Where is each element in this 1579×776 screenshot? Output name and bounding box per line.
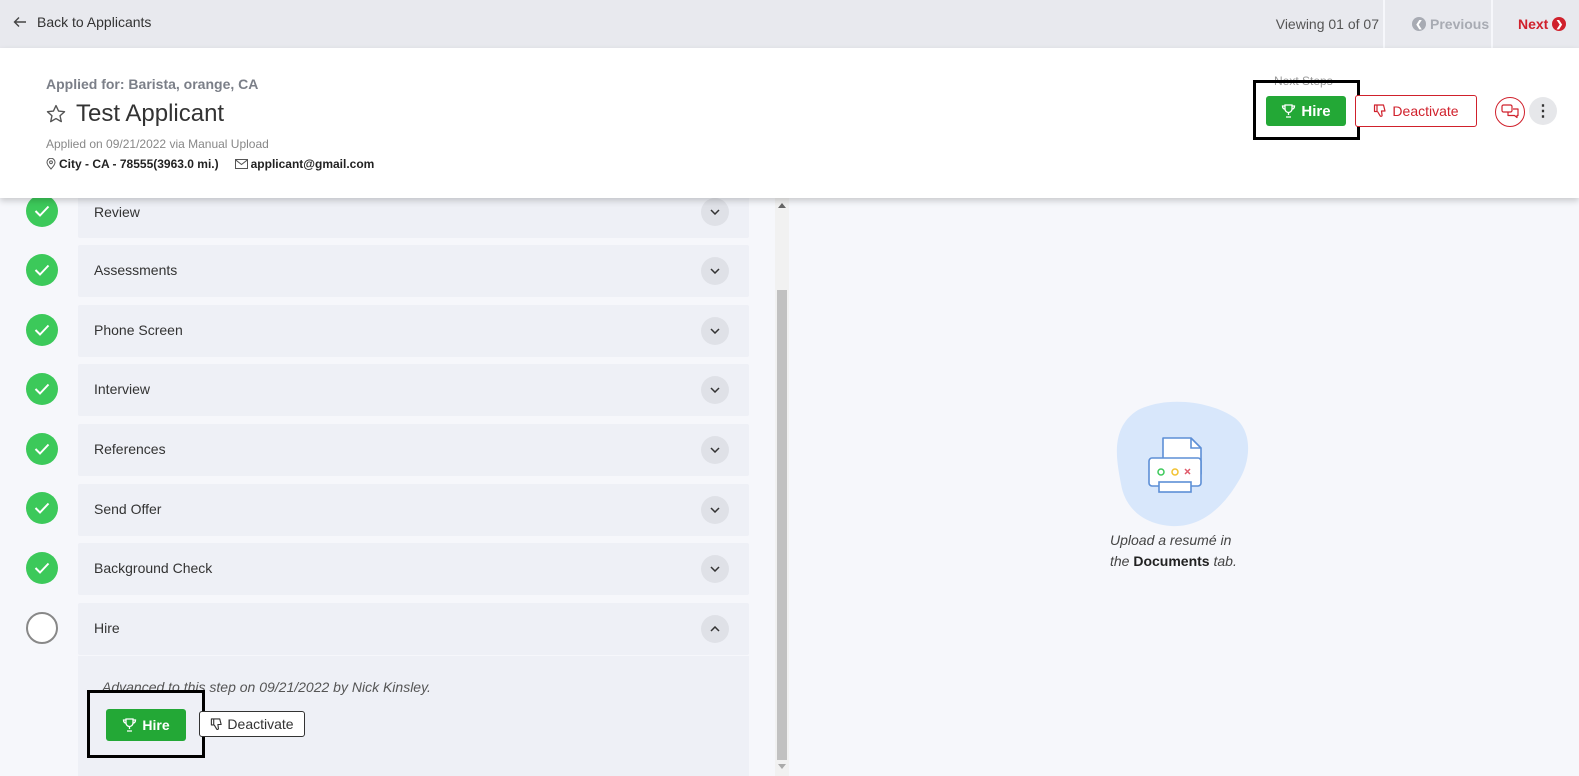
- thumbs-down-icon: [211, 717, 223, 730]
- steps-scrollbar[interactable]: [775, 198, 789, 776]
- step-card-interview[interactable]: Interview: [78, 364, 749, 416]
- highlight-box: [1253, 80, 1360, 140]
- applicant-location: City - CA - 78555(3963.0 mi.): [59, 157, 219, 171]
- printer-document-icon: [1116, 401, 1249, 527]
- checkmark-icon: [34, 502, 50, 514]
- hiring-steps-list: Review Assessments Phone Screen Intervie…: [0, 198, 766, 776]
- scroll-up-arrow-icon[interactable]: [778, 203, 786, 208]
- step-complete-icon: [26, 314, 58, 346]
- step-complete-icon: [26, 198, 58, 227]
- step-label: Review: [94, 204, 140, 220]
- checkmark-icon: [34, 562, 50, 574]
- map-pin-icon: [46, 158, 56, 170]
- resume-panel: Upload a resumé in the Documents tab.: [791, 198, 1579, 776]
- applied-on: Applied on 09/21/2022 via Manual Upload: [46, 137, 269, 151]
- previous-label: Previous: [1430, 16, 1490, 32]
- step-card-send-offer[interactable]: Send Offer: [78, 484, 749, 536]
- back-to-applicants-link[interactable]: Back to Applicants: [12, 14, 151, 30]
- step-card-background-check[interactable]: Background Check: [78, 543, 749, 595]
- applicant-email[interactable]: applicant@gmail.com: [251, 157, 375, 171]
- chevron-down-icon[interactable]: [701, 317, 729, 345]
- scroll-thumb[interactable]: [777, 290, 787, 760]
- chevron-down-icon[interactable]: [701, 257, 729, 285]
- more-options-button[interactable]: ⋮: [1529, 97, 1557, 125]
- next-button[interactable]: Next ❯: [1518, 16, 1567, 32]
- step-label: Background Check: [94, 560, 213, 576]
- documents-tab-link[interactable]: Documents: [1133, 553, 1209, 569]
- upload-resume-hint: Upload a resumé in the Documents tab.: [1110, 530, 1237, 572]
- chevron-left-circle-icon: ❮: [1412, 17, 1426, 31]
- step-complete-icon: [26, 254, 58, 286]
- previous-button[interactable]: ❮ Previous: [1412, 16, 1489, 32]
- upload-line-1: Upload a resumé in: [1110, 532, 1232, 548]
- next-label: Next: [1518, 16, 1549, 32]
- step-complete-icon: [26, 492, 58, 524]
- chevron-down-icon[interactable]: [701, 198, 729, 226]
- contact-info: City - CA - 78555(3963.0 mi.) applicant@…: [46, 157, 374, 171]
- back-label: Back to Applicants: [37, 14, 152, 30]
- step-card-references[interactable]: References: [78, 424, 749, 476]
- chat-button[interactable]: [1495, 97, 1525, 127]
- nav-divider: [1383, 0, 1385, 48]
- step-complete-icon: [26, 373, 58, 405]
- step-label: Hire: [94, 620, 120, 636]
- upload-line-2: the Documents tab.: [1110, 551, 1237, 572]
- step-label: References: [94, 441, 166, 457]
- highlight-box: [87, 690, 205, 758]
- more-vertical-icon: ⋮: [1535, 103, 1551, 120]
- deactivate-label: Deactivate: [227, 716, 294, 732]
- deactivate-label: Deactivate: [1392, 103, 1459, 119]
- chevron-down-icon[interactable]: [701, 436, 729, 464]
- step-label: Send Offer: [94, 501, 162, 517]
- step-complete-icon: [26, 552, 58, 584]
- upload-line-2-suffix: tab.: [1213, 553, 1237, 569]
- arrow-left-icon: [13, 17, 26, 27]
- step-complete-icon: [26, 433, 58, 465]
- checkmark-icon: [34, 324, 50, 336]
- scroll-down-arrow-icon[interactable]: [778, 764, 786, 769]
- step-label: Assessments: [94, 262, 178, 278]
- applied-for: Applied for: Barista, orange, CA: [46, 76, 259, 92]
- chevron-right-circle-icon: ❯: [1552, 17, 1567, 31]
- applicant-name-row: Test Applicant: [45, 100, 224, 128]
- step-label: Phone Screen: [94, 322, 183, 338]
- top-nav-bar: Back to Applicants Viewing 01 of 07 ❮ Pr…: [0, 0, 1579, 48]
- step-card-review[interactable]: Review: [78, 198, 749, 238]
- step-card-phone-screen[interactable]: Phone Screen: [78, 305, 749, 357]
- viewing-counter: Viewing 01 of 07: [1275, 16, 1379, 32]
- applicant-header: Applied for: Barista, orange, CA Test Ap…: [0, 48, 1579, 198]
- hire-step-details: Advanced to this step on 09/21/2022 by N…: [78, 656, 749, 776]
- upload-line-2-prefix: the: [1110, 553, 1130, 569]
- step-card-hire[interactable]: Hire: [78, 603, 749, 655]
- applicant-name: Test Applicant: [76, 100, 225, 127]
- chat-bubbles-icon: [1501, 104, 1519, 119]
- step-pending-icon: [26, 612, 58, 644]
- chevron-up-icon[interactable]: [701, 615, 729, 643]
- step-label: Interview: [94, 381, 151, 397]
- chevron-down-icon[interactable]: [701, 555, 729, 583]
- checkmark-icon: [34, 383, 50, 395]
- envelope-icon: [234, 159, 248, 169]
- hire-step-deactivate-button[interactable]: Deactivate: [199, 711, 305, 737]
- star-icon[interactable]: [45, 103, 67, 125]
- deactivate-button[interactable]: Deactivate: [1355, 95, 1477, 127]
- checkmark-icon: [34, 264, 50, 276]
- chevron-down-icon[interactable]: [701, 496, 729, 524]
- checkmark-icon: [34, 443, 50, 455]
- step-card-assessments[interactable]: Assessments: [78, 245, 749, 297]
- thumbs-down-icon: [1374, 104, 1387, 117]
- checkmark-icon: [34, 205, 50, 217]
- chevron-down-icon[interactable]: [701, 376, 729, 404]
- nav-divider: [1491, 0, 1493, 48]
